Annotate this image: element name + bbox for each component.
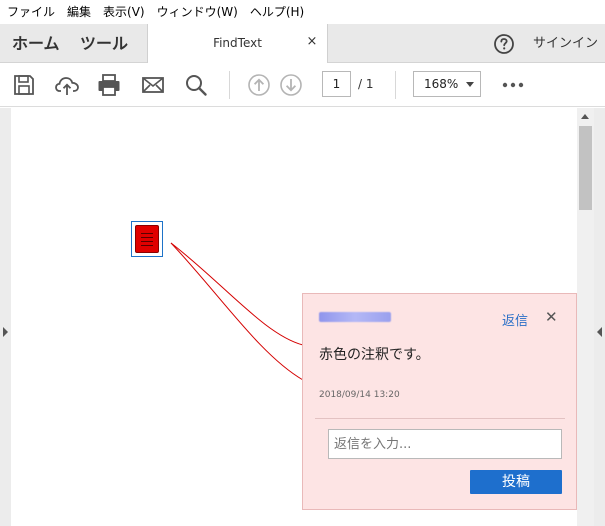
sign-in-link[interactable]: サインイン: [533, 24, 598, 63]
mail-icon[interactable]: [140, 72, 166, 98]
zoom-value: 168%: [424, 77, 459, 91]
scrollbar-thumb[interactable]: [579, 126, 592, 210]
vertical-scrollbar[interactable]: [577, 108, 594, 526]
menu-help[interactable]: ヘルプ(H): [244, 0, 310, 24]
reply-button[interactable]: 返信: [502, 310, 528, 329]
save-icon[interactable]: [11, 72, 37, 98]
menu-bar: ファイル 編集 表示(V) ウィンドウ(W) ヘルプ(H): [0, 0, 605, 24]
cloud-upload-icon[interactable]: [54, 72, 80, 98]
chevron-left-icon: [597, 327, 602, 337]
search-icon[interactable]: [183, 72, 209, 98]
menu-view[interactable]: 表示(V): [97, 0, 151, 24]
comment-text: 赤色の注釈です。: [319, 347, 430, 363]
tab-home[interactable]: ホーム: [12, 24, 60, 63]
author-name-redacted: [319, 312, 391, 322]
page-number-input[interactable]: 1: [322, 71, 351, 97]
arrow-up-icon[interactable]: [246, 72, 272, 98]
document-tab-title: FindText: [213, 36, 262, 50]
toolbar: 1 / 1 168%: [0, 63, 605, 107]
help-icon[interactable]: [493, 33, 515, 55]
menu-window[interactable]: ウィンドウ(W): [151, 0, 244, 24]
menu-file[interactable]: ファイル: [0, 0, 61, 24]
scroll-up-icon[interactable]: [581, 114, 589, 119]
menu-edit[interactable]: 編集: [61, 0, 97, 24]
divider: [315, 418, 565, 419]
tab-document[interactable]: FindText ×: [147, 24, 328, 64]
close-tab-icon[interactable]: ×: [305, 35, 319, 49]
chevron-right-icon: [3, 327, 8, 337]
more-icon[interactable]: [500, 72, 526, 98]
left-panel-toggle[interactable]: [0, 108, 11, 526]
tab-tools[interactable]: ツール: [80, 24, 128, 63]
toolbar-separator: [395, 71, 396, 99]
reply-input[interactable]: [328, 429, 562, 459]
zoom-select[interactable]: 168%: [413, 71, 481, 97]
chevron-down-icon: [466, 82, 474, 87]
close-icon[interactable]: ✕: [545, 309, 558, 325]
comment-date: 2018/09/14 13:20: [319, 390, 400, 400]
toolbar-separator: [229, 71, 230, 99]
sticky-note-icon[interactable]: [131, 221, 163, 257]
post-button[interactable]: 投稿: [470, 470, 562, 494]
right-panel-toggle[interactable]: [594, 108, 605, 526]
page-total: / 1: [358, 77, 374, 91]
print-icon[interactable]: [96, 72, 122, 98]
comment-popup: 返信 ✕ 赤色の注釈です。 2018/09/14 13:20 投稿: [302, 293, 577, 510]
arrow-down-icon[interactable]: [278, 72, 304, 98]
